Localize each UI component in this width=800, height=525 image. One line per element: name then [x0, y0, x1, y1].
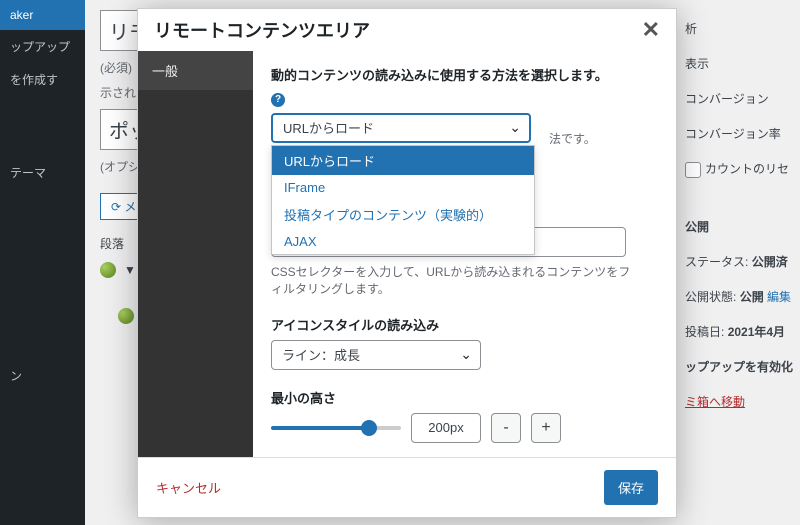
decrement-button[interactable]: -: [491, 413, 521, 443]
modal-header: リモートコンテンツエリア ✕: [138, 9, 676, 51]
chevron-down-icon: ⌄: [460, 346, 472, 363]
modal-tab-list: 一般: [138, 51, 253, 457]
min-height-slider[interactable]: [271, 426, 401, 430]
help-icon[interactable]: ?: [271, 93, 285, 107]
modal-title: リモートコンテンツエリア: [154, 17, 370, 43]
method-label: 動的コンテンツの読み込みに使用する方法を選択します。: [271, 65, 658, 84]
icon-style-section: アイコンスタイルの読み込み ライン：成長 ⌄: [271, 315, 658, 370]
min-height-label: 最小の高さ: [271, 388, 658, 407]
dropdown-option-url[interactable]: URLからロード: [272, 146, 534, 175]
min-height-section: 最小の高さ 200px - +: [271, 388, 658, 443]
min-height-controls: 200px - +: [271, 413, 658, 443]
method-select-value: URLからロード: [283, 118, 374, 137]
icon-style-value: ライン：成長: [282, 345, 360, 364]
remote-content-modal: リモートコンテンツエリア ✕ 一般 動的コンテンツの読み込みに使用する方法を選択…: [137, 8, 677, 518]
icon-style-select[interactable]: ライン：成長 ⌄: [271, 340, 481, 370]
tab-general[interactable]: 一般: [138, 51, 253, 90]
dropdown-option-posttype[interactable]: 投稿タイプのコンテンツ（実験的）: [272, 200, 534, 229]
icon-style-label: アイコンスタイルの読み込み: [271, 315, 658, 334]
save-button[interactable]: 保存: [604, 470, 658, 505]
method-dropdown: URLからロード IFrame 投稿タイプのコンテンツ（実験的） AJAX: [271, 145, 535, 255]
slider-thumb[interactable]: [361, 420, 377, 436]
dropdown-option-iframe[interactable]: IFrame: [272, 175, 534, 200]
modal-footer: キャンセル 保存: [138, 457, 676, 517]
css-selector-desc: CSSセレクターを入力して、URLから読み込まれるコンテンツをフィルタリングしま…: [271, 263, 631, 297]
method-select[interactable]: URLからロード ⌄ URLからロード IFrame 投稿タイプのコンテンツ（実…: [271, 113, 531, 143]
dropdown-option-ajax[interactable]: AJAX: [272, 229, 534, 254]
modal-body: 一般 動的コンテンツの読み込みに使用する方法を選択します。 ? URLからロード…: [138, 51, 676, 457]
chevron-down-icon: ⌄: [509, 119, 521, 136]
min-height-value[interactable]: 200px: [411, 413, 481, 443]
method-section: 動的コンテンツの読み込みに使用する方法を選択します。 ? URLからロード ⌄ …: [271, 65, 658, 143]
increment-button[interactable]: +: [531, 413, 561, 443]
cancel-button[interactable]: キャンセル: [156, 478, 221, 497]
close-icon[interactable]: ✕: [642, 19, 660, 41]
method-desc-suffix: 法です。: [549, 130, 596, 147]
modal-content: 動的コンテンツの読み込みに使用する方法を選択します。 ? URLからロード ⌄ …: [253, 51, 676, 457]
